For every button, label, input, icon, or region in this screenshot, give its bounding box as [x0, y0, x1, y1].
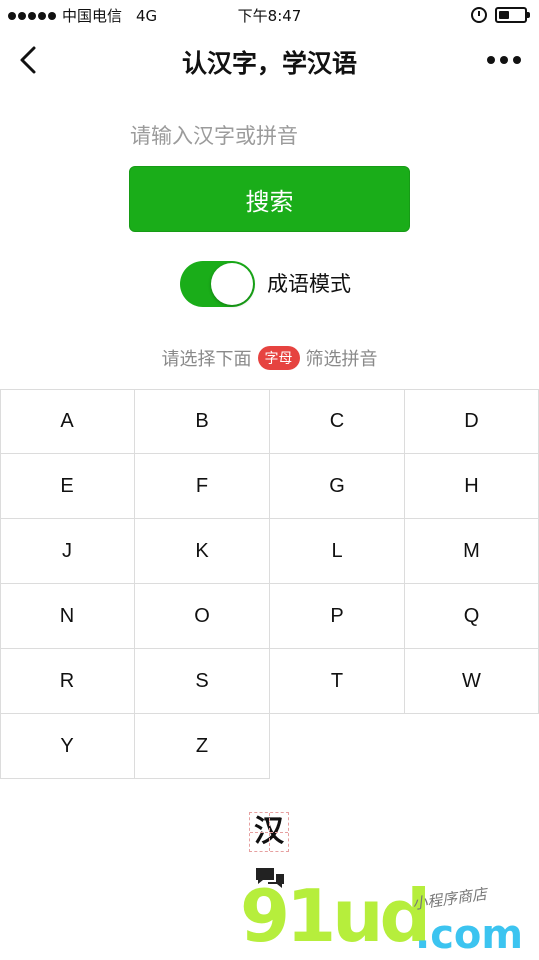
letter-cell-w[interactable]: W	[405, 649, 539, 714]
hint-text-after: 筛选拼音	[305, 349, 378, 370]
battery-level	[499, 11, 509, 19]
letter-badge: 字母	[257, 346, 300, 370]
letter-cell-b[interactable]: B	[135, 389, 270, 454]
letter-cell-f[interactable]: F	[135, 454, 270, 519]
hanzi-logo: 汉	[249, 812, 289, 852]
toggle-knob	[211, 263, 253, 305]
letter-cell-k[interactable]: K	[135, 519, 270, 584]
status-time: 下午8:47	[237, 7, 302, 25]
watermark-domain: .com	[415, 912, 524, 958]
page-title: 认汉字，学汉语	[181, 49, 357, 78]
letter-hint: 请选择下面 字母 筛选拼音	[0, 345, 539, 371]
battery-icon	[495, 7, 530, 23]
status-right	[471, 7, 530, 23]
letter-cell-r[interactable]: R	[0, 649, 135, 714]
letter-cell-y[interactable]: Y	[0, 714, 135, 779]
status-bar: 中国电信 4G 下午8:47	[0, 0, 539, 30]
letter-cell-l[interactable]: L	[270, 519, 405, 584]
idiom-mode-label: 成语模式	[267, 272, 351, 296]
letter-cell-z[interactable]: Z	[135, 714, 270, 779]
letter-cell-e[interactable]: E	[0, 454, 135, 519]
alarm-icon	[471, 7, 487, 23]
letter-cell-g[interactable]: G	[270, 454, 405, 519]
search-input[interactable]	[130, 118, 410, 154]
letter-cell-q[interactable]: Q	[405, 584, 539, 649]
search-button[interactable]: 搜索	[129, 166, 410, 232]
letter-cell-h[interactable]: H	[405, 454, 539, 519]
letter-cell-s[interactable]: S	[135, 649, 270, 714]
letter-cell-o[interactable]: O	[135, 584, 270, 649]
idiom-mode-toggle[interactable]	[180, 261, 255, 307]
letter-cell-p[interactable]: P	[270, 584, 405, 649]
letter-cell-m[interactable]: M	[405, 519, 539, 584]
hint-text-before: 请选择下面	[161, 349, 252, 370]
letter-cell-c[interactable]: C	[270, 389, 405, 454]
letter-cell-a[interactable]: A	[0, 389, 135, 454]
watermark-logo: 91ud	[240, 874, 431, 958]
letter-cell-n[interactable]: N	[0, 584, 135, 649]
more-options-icon[interactable]	[487, 56, 521, 64]
letter-cell-j[interactable]: J	[0, 519, 135, 584]
letter-cell-t[interactable]: T	[270, 649, 405, 714]
letter-cell-d[interactable]: D	[405, 389, 539, 454]
navigation-bar: 认汉字，学汉语	[0, 30, 539, 92]
